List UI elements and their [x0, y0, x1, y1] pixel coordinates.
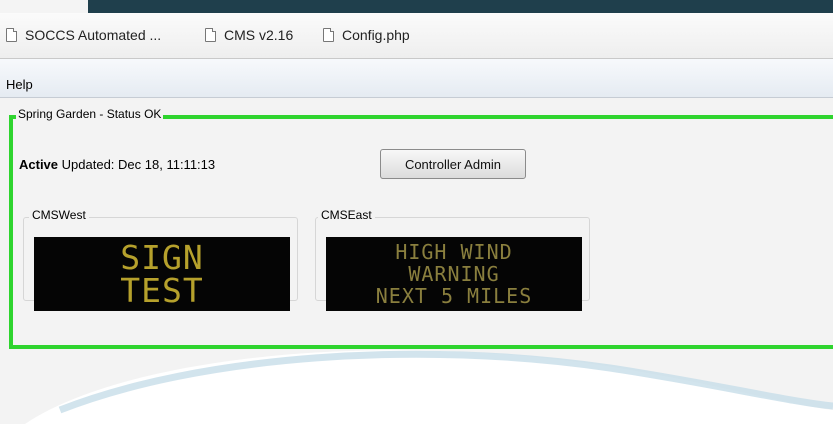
bookmark-label: CMS v2.16 [224, 27, 294, 43]
cms-west-label: CMSWest [29, 208, 89, 222]
active-status-line: Active Updated: Dec 18, 11:11:13 [19, 157, 215, 172]
controller-app-window: Help Spring Garden - Status OK Active Up… [0, 59, 833, 424]
bookmarks-bar: SOCCS Automated ... CMS v2.16 Config.php [0, 13, 833, 59]
sign-line: HIGH WIND [395, 240, 513, 264]
cms-east-sign-display[interactable]: HIGH WIND WARNING NEXT 5 MILES [326, 237, 582, 311]
sign-line: SIGN [120, 238, 204, 277]
browser-top-bar [0, 0, 833, 13]
status-title: Spring Garden - Status OK [16, 107, 164, 121]
cms-west-sign-display[interactable]: SIGN TEST [34, 237, 290, 311]
menu-help[interactable]: Help [6, 77, 33, 92]
cms-east-label: CMSEast [318, 208, 375, 222]
updated-timestamp: Updated: Dec 18, 11:11:13 [61, 157, 216, 172]
sign-line: WARNING [408, 262, 500, 286]
page-icon [6, 28, 17, 42]
menu-bar: Help [0, 59, 833, 98]
page-icon [205, 28, 216, 42]
sign-line: TEST [120, 271, 204, 310]
active-label: Active [19, 157, 59, 172]
controller-admin-button[interactable]: Controller Admin [380, 149, 526, 179]
page-icon [323, 28, 334, 42]
bookmark-label: Config.php [342, 27, 410, 43]
sign-line: NEXT 5 MILES [375, 284, 533, 308]
bookmark-label: SOCCS Automated ... [25, 27, 162, 43]
bookmark-cms-v216[interactable]: CMS v2.16 [205, 25, 293, 45]
bookmark-soccs-automated[interactable]: SOCCS Automated ... [6, 25, 161, 45]
browser-tab[interactable] [0, 0, 88, 13]
bookmark-config-php[interactable]: Config.php [323, 25, 410, 45]
